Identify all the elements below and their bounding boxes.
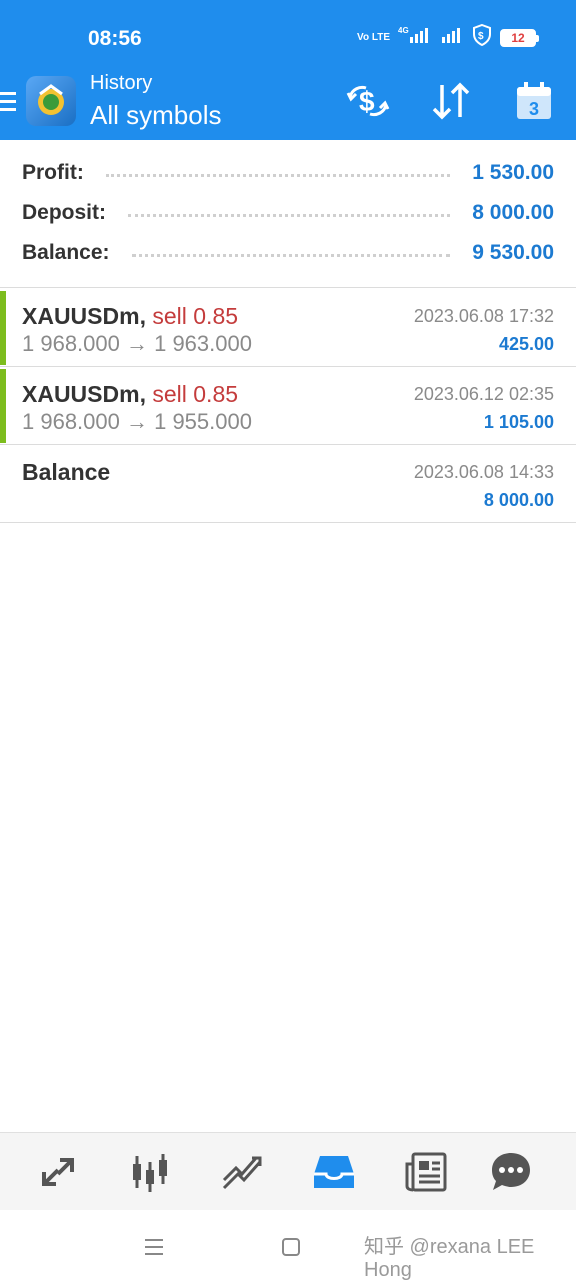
candles-icon[interactable]	[125, 1147, 175, 1197]
watermark: 知乎 @rexana LEE Hong	[364, 1236, 535, 1280]
header-subtitle: History	[90, 72, 153, 94]
deal-symbol: XAUUSDm, sell 0.85	[22, 381, 239, 407]
dotted-leader	[131, 253, 451, 257]
deal-side: sell 0.85	[152, 303, 239, 329]
balance-amount: 8 000.00	[483, 490, 554, 510]
system-navigation-bar: 知乎 @rexana LEE Hong	[0, 1210, 576, 1280]
balance-label: Balance	[22, 459, 111, 485]
calendar-icon[interactable]: 3	[511, 78, 557, 124]
summary-value: 9 530.00	[472, 241, 554, 264]
balance-row[interactable]: Balance 2023.06.08 14:33 8 000.00	[0, 445, 576, 523]
metatrader-logo-icon	[26, 76, 76, 126]
shield-dollar-icon: $	[472, 23, 492, 51]
bottom-tab-bar	[0, 1132, 576, 1210]
home-icon[interactable]	[276, 1232, 306, 1262]
chart-line-icon[interactable]	[217, 1147, 267, 1197]
summary-deposit: Deposit: 8 000.00	[22, 193, 554, 233]
deal-status-bar	[0, 369, 6, 443]
balance-date: 2023.06.08 14:33	[413, 462, 554, 482]
deal-amount: 425.00	[498, 334, 554, 354]
deal-side: sell 0.85	[152, 381, 239, 407]
summary-value: 8 000.00	[472, 201, 554, 224]
hamburger-icon[interactable]	[0, 92, 16, 112]
battery-icon: 12	[500, 28, 539, 47]
status-bar: 08:56 Vo LTE 4G $ 12	[0, 0, 576, 62]
dotted-leader	[128, 213, 451, 217]
deal-row[interactable]: XAUUSDm, sell 0.85 1 968.000 → 1 955.000…	[0, 367, 576, 445]
summary-balance: Balance: 9 530.00	[22, 233, 554, 273]
history-summary: Profit: 1 530.00 Deposit: 8 000.00 Balan…	[0, 140, 576, 288]
deal-symbol: XAUUSDm, sell 0.85	[22, 303, 239, 329]
summary-label: Profit:	[22, 161, 84, 184]
summary-label: Deposit:	[22, 201, 106, 224]
dotted-leader	[105, 173, 451, 177]
deal-row[interactable]: XAUUSDm, sell 0.85 1 968.000 → 1 963.000…	[0, 289, 576, 367]
summary-value: 1 530.00	[472, 161, 554, 184]
app-root: 08:56 Vo LTE 4G $ 12 History All symbols…	[0, 0, 576, 1280]
deal-status-bar	[0, 291, 6, 365]
history-inbox-icon[interactable]	[309, 1147, 359, 1197]
status-icons: Vo LTE 4G $ 12	[357, 23, 539, 51]
sort-arrows-icon[interactable]	[428, 78, 474, 124]
deal-date: 2023.06.12 02:35	[413, 384, 554, 404]
svg-text:4G: 4G	[398, 26, 409, 35]
header-title[interactable]: All symbols	[90, 100, 221, 131]
svg-text:$: $	[359, 86, 375, 117]
trade-arrows-icon[interactable]	[33, 1147, 83, 1197]
summary-label: Balance:	[22, 241, 110, 264]
summary-profit: Profit: 1 530.00	[22, 153, 554, 193]
deal-date: 2023.06.08 17:32	[413, 306, 554, 326]
volte-icon: Vo LTE	[357, 31, 390, 43]
chat-icon[interactable]	[486, 1147, 536, 1197]
currency-exchange-icon[interactable]: $	[345, 78, 391, 124]
news-icon[interactable]	[401, 1147, 451, 1197]
app-bar: History All symbols $ 3	[0, 62, 576, 140]
svg-text:3: 3	[529, 99, 539, 119]
deal-amount: 1 105.00	[483, 412, 554, 432]
status-time: 08:56	[88, 27, 142, 50]
signal-icon	[440, 25, 464, 50]
signal-4g-icon: 4G	[398, 25, 432, 50]
deal-prices: 1 968.000 → 1 963.000	[22, 331, 252, 356]
deal-prices: 1 968.000 → 1 955.000	[22, 409, 252, 434]
recent-apps-icon[interactable]	[139, 1232, 169, 1262]
svg-text:$: $	[478, 31, 484, 42]
